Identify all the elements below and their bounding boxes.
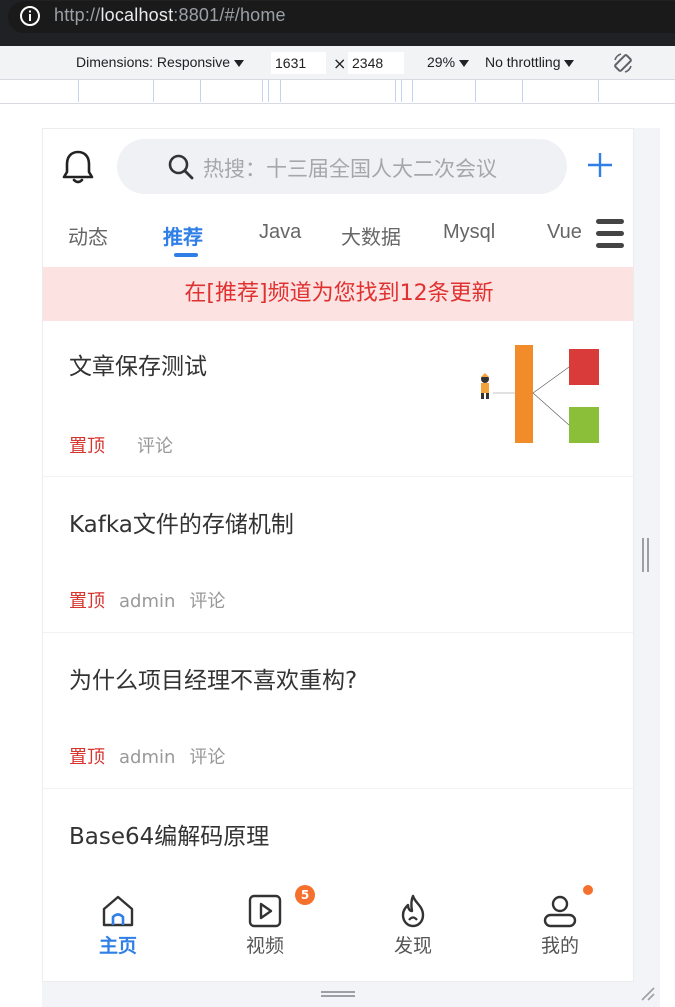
browser-url-bar: http://localhost:8801/#/home	[0, 0, 675, 46]
nav-video-label: 视频	[245, 935, 284, 957]
zoom-dropdown[interactable]: 29%	[427, 54, 470, 70]
tab-mysql[interactable]: Mysql	[443, 221, 495, 244]
info-icon[interactable]	[19, 5, 41, 27]
video-count-badge: 5	[295, 885, 315, 905]
video-icon	[248, 894, 282, 928]
nav-profile-label: 我的	[540, 935, 579, 957]
throttling-dropdown[interactable]: No throttling	[485, 54, 575, 70]
list-item[interactable]: 为什么项目经理不喜欢重构? 置顶 admin 评论	[43, 633, 633, 789]
list-item[interactable]: 文章保存测试 置顶 评论	[43, 321, 633, 477]
resize-handle-bottom[interactable]	[321, 990, 355, 998]
pinned-badge: 置顶	[69, 436, 105, 457]
tab-vue[interactable]: Vue	[547, 221, 582, 244]
article-title[interactable]: 为什么项目经理不喜欢重构?	[69, 661, 357, 695]
article-title[interactable]: Base64编解码原理	[69, 817, 269, 851]
list-item[interactable]: Base64编解码原理	[43, 789, 633, 879]
fire-icon	[401, 894, 425, 928]
resize-handle-corner[interactable]	[638, 984, 656, 1002]
bell-icon[interactable]	[61, 149, 95, 185]
article-title[interactable]: 文章保存测试	[69, 347, 207, 381]
tab-dongtai[interactable]: 动态	[68, 221, 108, 250]
list-item[interactable]: Kafka文件的存储机制 置顶 admin 评论	[43, 477, 633, 633]
nav-discover-label: 发现	[393, 935, 432, 957]
comment-link[interactable]: 评论	[189, 747, 225, 768]
update-notice: 在[推荐]频道为您找到12条更新	[43, 267, 633, 321]
nav-profile[interactable]: 我的	[520, 893, 600, 958]
chevron-down-icon	[459, 59, 470, 67]
pinned-badge: 置顶	[69, 591, 105, 612]
nav-discover[interactable]: 发现	[373, 893, 453, 958]
article-thumbnail	[481, 345, 599, 443]
author-name[interactable]: admin	[119, 591, 175, 612]
article-meta: 置顶 admin 评论	[69, 587, 225, 613]
nav-home[interactable]: 主页	[78, 893, 158, 958]
resize-handle-right[interactable]	[641, 538, 651, 572]
active-tab-indicator	[174, 253, 198, 257]
pinned-badge: 置顶	[69, 747, 105, 768]
chevron-down-icon	[234, 59, 245, 67]
nav-home-label: 主页	[98, 935, 137, 957]
search-input[interactable]: 热搜：十三届全国人大二次会议	[117, 139, 567, 194]
width-input[interactable]: 1631	[271, 52, 326, 74]
add-icon[interactable]	[586, 151, 614, 179]
dimensions-dropdown[interactable]: Dimensions: Responsive	[76, 54, 245, 70]
comment-link[interactable]: 评论	[137, 436, 173, 457]
chevron-down-icon	[564, 59, 575, 67]
channel-tabs: 动态 推荐 Java 大数据 Mysql Vue	[43, 213, 633, 269]
url-text[interactable]: http://localhost:8801/#/home	[54, 5, 286, 26]
search-icon	[168, 154, 194, 180]
bottom-nav: 主页 视频 5 发现 我的	[43, 877, 633, 981]
device-viewport: 热搜：十三届全国人大二次会议 动态 推荐 Java 大数据 Mysql Vue …	[42, 128, 634, 982]
author-name[interactable]: admin	[119, 747, 175, 768]
comment-link[interactable]: 评论	[189, 591, 225, 612]
tab-java[interactable]: Java	[259, 221, 301, 244]
user-icon	[543, 895, 577, 928]
notification-dot	[583, 885, 593, 895]
tab-recommend[interactable]: 推荐	[163, 221, 203, 250]
device-toolbar: Dimensions: Responsive 1631 × 2348 29% N…	[0, 46, 675, 80]
height-input[interactable]: 2348	[348, 52, 404, 74]
search-placeholder: 热搜：十三届全国人大二次会议	[203, 157, 497, 181]
nav-video[interactable]: 视频	[225, 893, 305, 958]
article-meta: 置顶 评论	[69, 432, 173, 458]
article-title[interactable]: Kafka文件的存储机制	[69, 505, 294, 539]
menu-icon[interactable]	[596, 217, 624, 251]
home-icon	[102, 895, 134, 927]
rotate-icon[interactable]	[612, 52, 634, 74]
media-query-ruler	[0, 80, 675, 104]
times-sign: ×	[333, 54, 347, 73]
article-meta: 置顶 admin 评论	[69, 743, 225, 769]
tab-bigdata[interactable]: 大数据	[341, 221, 401, 250]
